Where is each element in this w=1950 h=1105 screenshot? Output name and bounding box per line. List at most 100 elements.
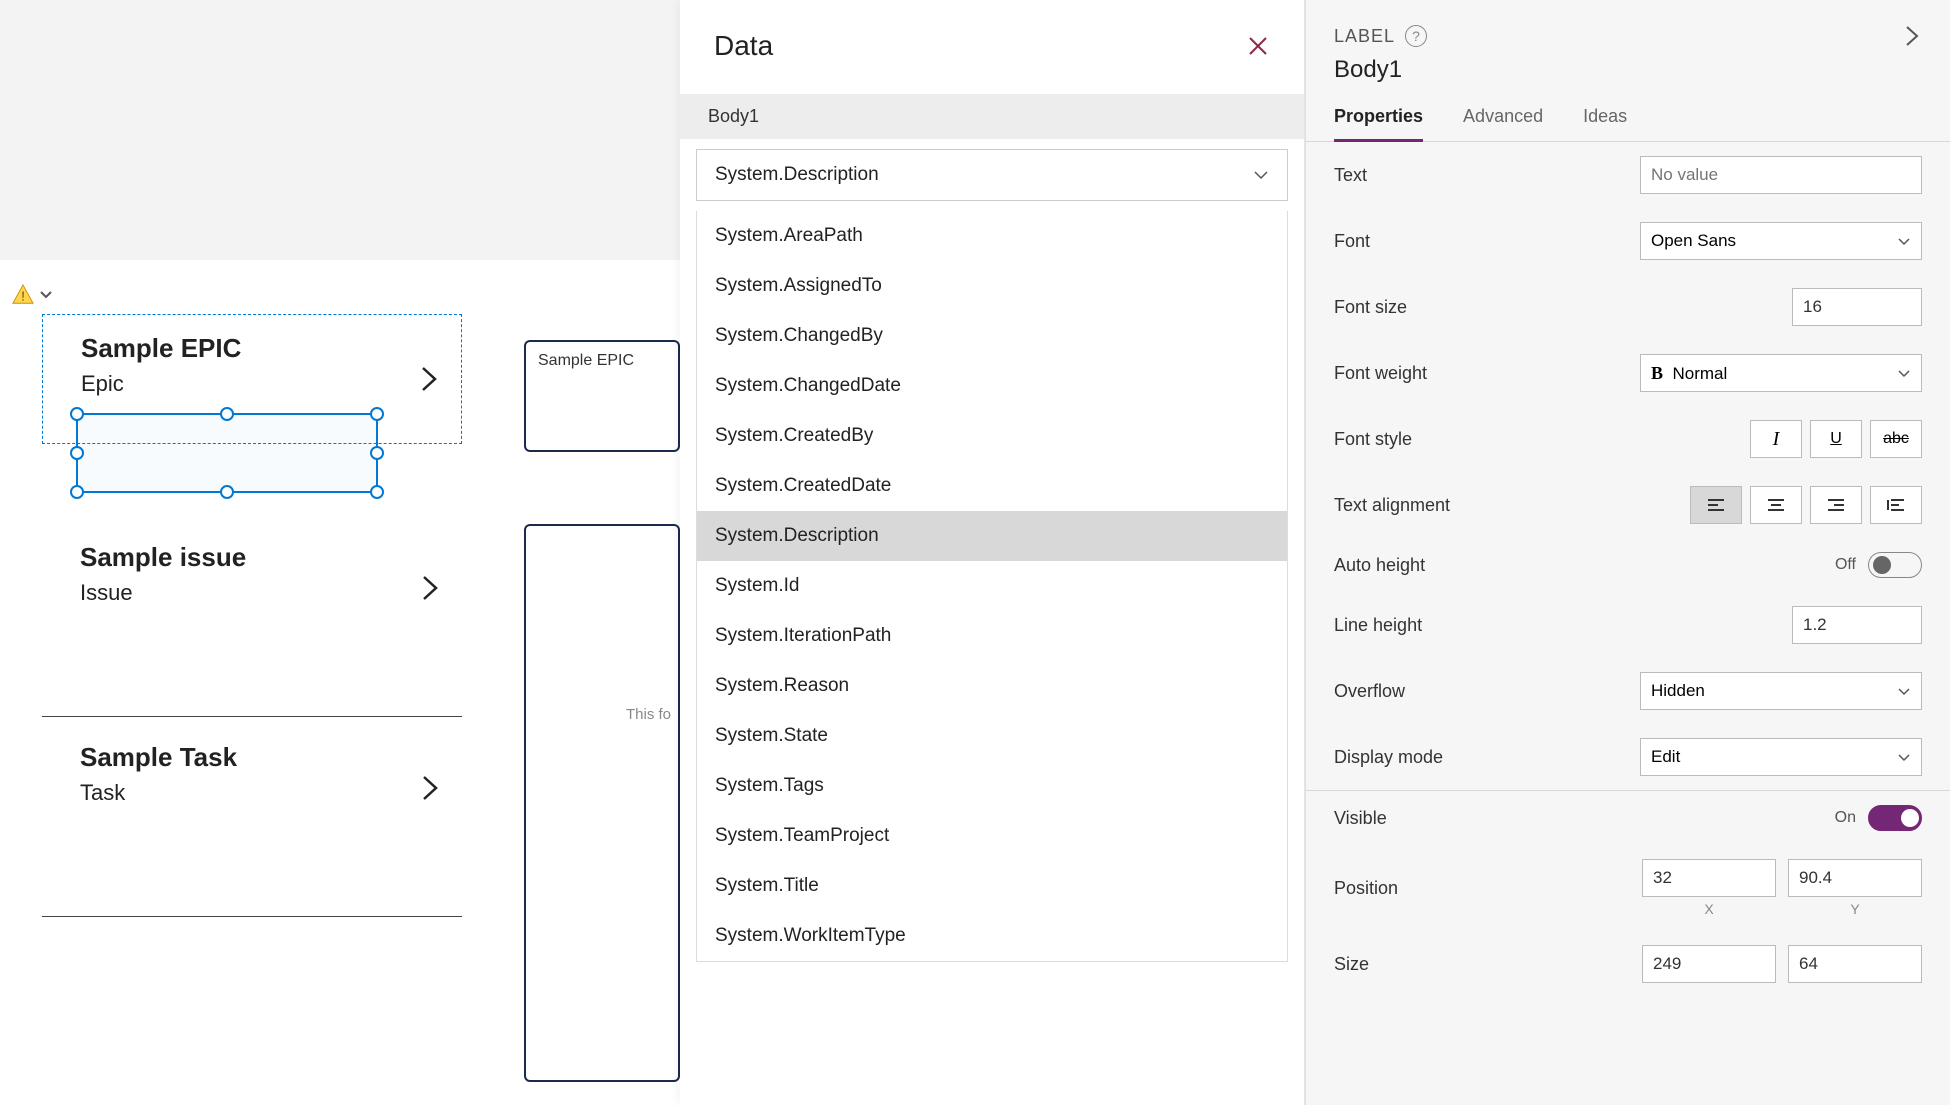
gallery-item-subtitle: Issue: [80, 580, 133, 606]
gallery-item-subtitle: Task: [80, 780, 125, 806]
data-option[interactable]: System.IterationPath: [697, 611, 1287, 661]
data-option[interactable]: System.State: [697, 711, 1287, 761]
data-option[interactable]: System.Title: [697, 861, 1287, 911]
chevron-right-icon[interactable]: [1902, 24, 1922, 48]
gallery-item-task[interactable]: Sample Task Task: [42, 724, 462, 854]
prop-text-input[interactable]: [1640, 156, 1922, 194]
data-option[interactable]: System.AssignedTo: [697, 261, 1287, 311]
prop-font-label: Font: [1334, 231, 1370, 252]
align-right-button[interactable]: [1810, 486, 1862, 524]
prop-lineheight-input[interactable]: [1792, 606, 1922, 644]
gallery-item-title: Sample EPIC: [81, 333, 241, 364]
data-field-options-list: System.AreaPath System.AssignedTo System…: [696, 211, 1288, 962]
italic-button[interactable]: I: [1750, 420, 1802, 458]
prop-textalign-label: Text alignment: [1334, 495, 1450, 516]
data-option-selected[interactable]: System.Description: [697, 511, 1287, 561]
prop-overflow-select[interactable]: Hidden: [1640, 672, 1922, 710]
prop-fontstyle-label: Font style: [1334, 429, 1412, 450]
chevron-down-icon: [1897, 231, 1911, 251]
help-icon[interactable]: ?: [1405, 25, 1427, 47]
autoheight-toggle[interactable]: [1868, 552, 1922, 578]
underline-button[interactable]: U: [1810, 420, 1862, 458]
chevron-down-icon: [1897, 747, 1911, 767]
close-icon[interactable]: [1246, 34, 1270, 58]
gallery-item-issue[interactable]: Sample issue Issue: [42, 524, 462, 654]
gallery-item-subtitle: Epic: [81, 371, 124, 397]
resize-handle[interactable]: [370, 485, 384, 499]
data-field-dropdown[interactable]: System.Description: [696, 149, 1288, 201]
canvas-area: ! Sample EPIC Epic Sample issue Issue Sa…: [0, 0, 680, 1105]
preview-card-form[interactable]: This fo: [524, 524, 680, 1082]
size-height-input[interactable]: [1788, 945, 1922, 983]
resize-handle[interactable]: [70, 407, 84, 421]
resize-handle[interactable]: [70, 485, 84, 499]
preview-card-epic[interactable]: Sample EPIC: [524, 340, 680, 452]
data-option[interactable]: System.Id: [697, 561, 1287, 611]
strikethrough-button[interactable]: abc: [1870, 420, 1922, 458]
tab-properties[interactable]: Properties: [1334, 106, 1423, 142]
data-option[interactable]: System.WorkItemType: [697, 911, 1287, 961]
data-option[interactable]: System.Tags: [697, 761, 1287, 811]
preview-card-text: This fo: [526, 526, 678, 723]
resize-handle[interactable]: [370, 446, 384, 460]
preview-card-title: Sample EPIC: [526, 342, 678, 370]
size-width-input[interactable]: [1642, 945, 1776, 983]
props-label-header: LABEL: [1334, 26, 1395, 47]
data-option[interactable]: System.TeamProject: [697, 811, 1287, 861]
properties-panel: LABEL ? Body1 Properties Advanced Ideas …: [1305, 0, 1950, 1105]
position-x-input[interactable]: [1642, 859, 1776, 897]
align-center-button[interactable]: [1750, 486, 1802, 524]
gallery-item-title: Sample issue: [80, 542, 246, 573]
data-option[interactable]: System.ChangedBy: [697, 311, 1287, 361]
props-tabs: Properties Advanced Ideas: [1306, 84, 1950, 142]
dropdown-value: System.Description: [715, 164, 879, 186]
data-option[interactable]: System.AreaPath: [697, 211, 1287, 261]
chevron-down-icon: [1897, 363, 1911, 383]
prop-fontweight-select[interactable]: B Normal: [1640, 354, 1922, 392]
selected-body-label[interactable]: [76, 413, 378, 493]
data-option[interactable]: System.CreatedDate: [697, 461, 1287, 511]
data-panel: Data Body1 System.Description System.Are…: [680, 0, 1305, 1105]
chevron-right-icon[interactable]: [417, 365, 441, 393]
chevron-down-icon: [1253, 164, 1269, 186]
chevron-right-icon[interactable]: [418, 574, 442, 602]
prop-font-select[interactable]: Open Sans: [1640, 222, 1922, 260]
prop-displaymode-label: Display mode: [1334, 747, 1443, 768]
prop-visible-label: Visible: [1334, 808, 1387, 829]
resize-handle[interactable]: [370, 407, 384, 421]
align-left-button[interactable]: [1690, 486, 1742, 524]
separator: [42, 916, 462, 917]
prop-displaymode-select[interactable]: Edit: [1640, 738, 1922, 776]
resize-handle[interactable]: [220, 485, 234, 499]
position-y-input[interactable]: [1788, 859, 1922, 897]
prop-lineheight-label: Line height: [1334, 615, 1422, 636]
data-body-label: Body1: [680, 94, 1304, 139]
prop-overflow-label: Overflow: [1334, 681, 1405, 702]
chevron-down-icon: [1897, 681, 1911, 701]
prop-autoheight-label: Auto height: [1334, 555, 1425, 576]
chevron-right-icon[interactable]: [418, 774, 442, 802]
gallery-item-title: Sample Task: [80, 742, 237, 773]
data-option[interactable]: System.Reason: [697, 661, 1287, 711]
warning-icon: !: [12, 284, 34, 304]
prop-text-label: Text: [1334, 165, 1367, 186]
x-label: X: [1704, 901, 1713, 917]
resize-handle[interactable]: [220, 407, 234, 421]
y-label: Y: [1850, 901, 1859, 917]
data-option[interactable]: System.ChangedDate: [697, 361, 1287, 411]
align-justify-button[interactable]: [1870, 486, 1922, 524]
chevron-down-icon[interactable]: [38, 286, 54, 302]
prop-fontweight-label: Font weight: [1334, 363, 1427, 384]
resize-handle[interactable]: [70, 446, 84, 460]
svg-text:!: !: [21, 288, 25, 303]
prop-fontsize-input[interactable]: [1792, 288, 1922, 326]
visible-toggle[interactable]: [1868, 805, 1922, 831]
prop-position-label: Position: [1334, 878, 1398, 899]
data-panel-title: Data: [714, 30, 773, 62]
props-element-name: Body1: [1306, 48, 1950, 84]
data-option[interactable]: System.CreatedBy: [697, 411, 1287, 461]
toggle-on-label: On: [1835, 809, 1856, 827]
tab-advanced[interactable]: Advanced: [1463, 106, 1543, 141]
warning-indicator[interactable]: !: [12, 284, 54, 304]
tab-ideas[interactable]: Ideas: [1583, 106, 1627, 141]
